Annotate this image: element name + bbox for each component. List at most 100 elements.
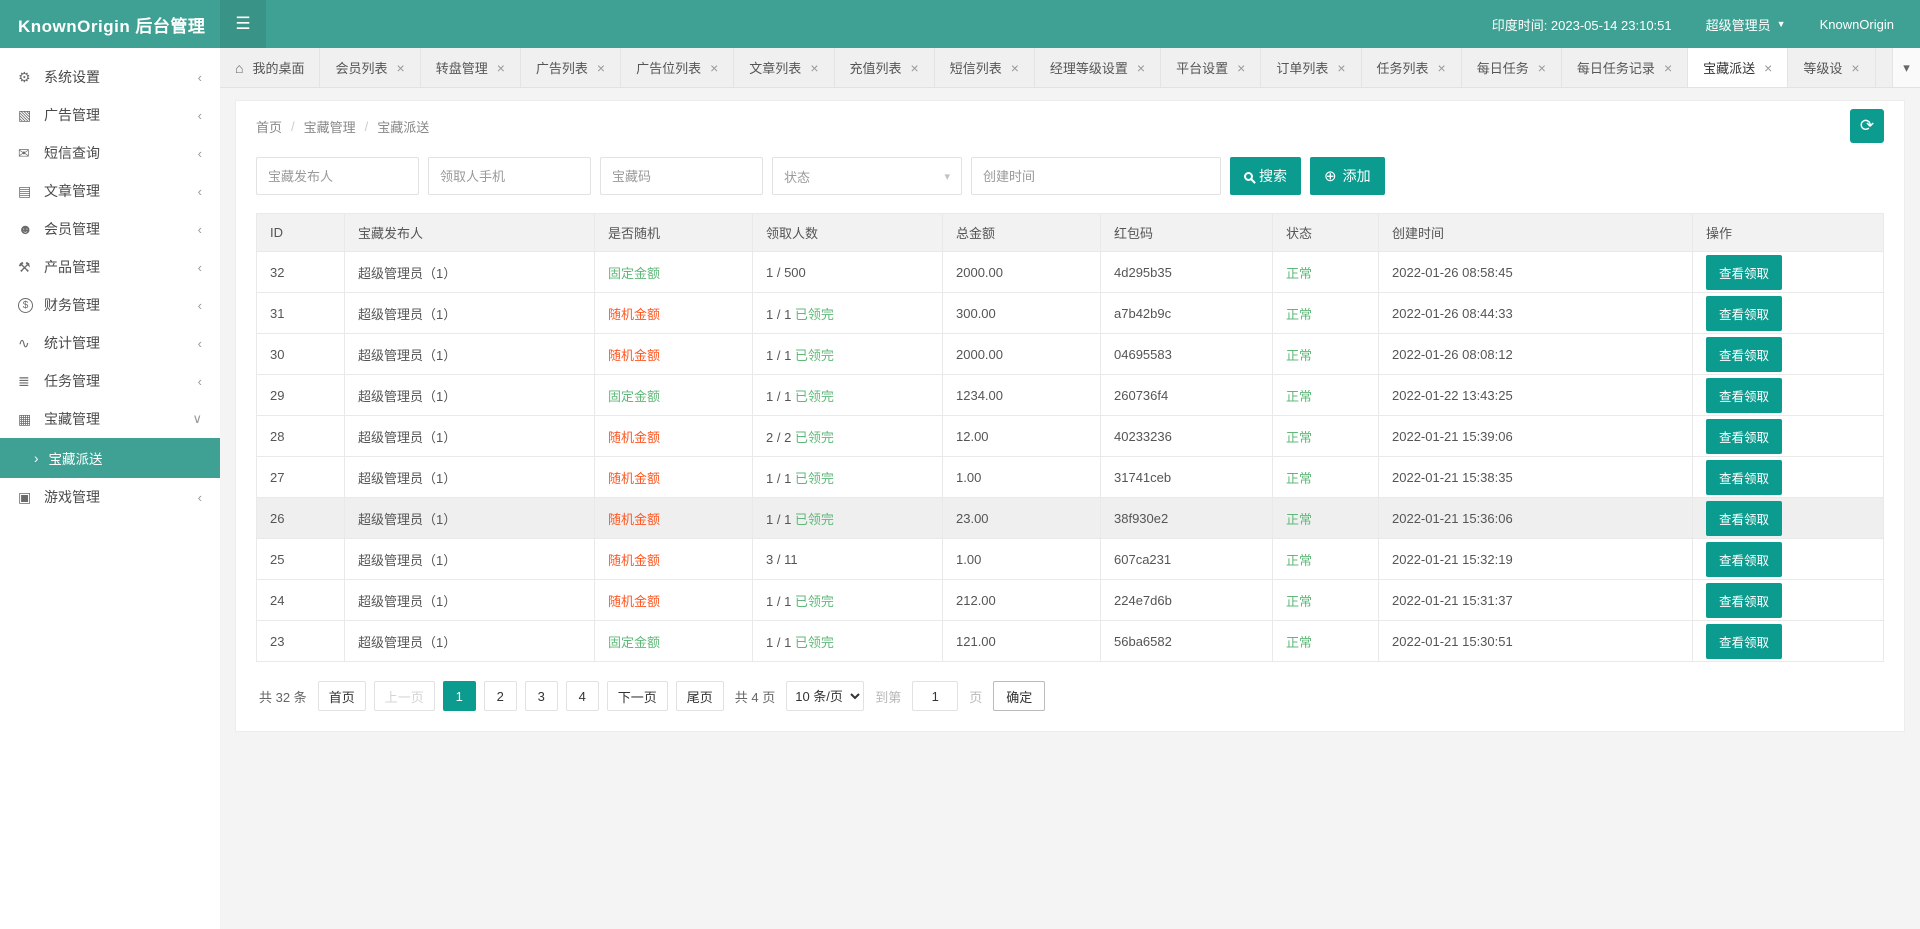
next-page-button[interactable]: 下一页	[607, 681, 668, 711]
tab-my-desktop[interactable]: ⌂ 我的桌面	[220, 48, 320, 87]
sidebar-item-label: 文章管理	[44, 181, 198, 201]
hamburger-menu-button[interactable]: ☰	[220, 0, 266, 48]
table-row: 29 超级管理员（1） 固定金额 1 / 1 已领完 1234.00 26073…	[257, 375, 1884, 416]
close-icon[interactable]: ×	[1538, 61, 1546, 75]
sidebar-subitem-treasure-delivery[interactable]: › 宝藏派送	[0, 438, 220, 478]
chevron-left-icon: ‹	[198, 222, 202, 237]
view-claims-button[interactable]: 查看领取	[1706, 378, 1782, 413]
close-icon[interactable]: ×	[1438, 61, 1446, 75]
page-button-2[interactable]: 2	[484, 681, 517, 711]
sidebar-item-ad-management[interactable]: ▧ 广告管理 ‹	[0, 96, 220, 134]
close-icon[interactable]: ×	[810, 61, 818, 75]
close-icon[interactable]: ×	[911, 61, 919, 75]
created-time-input[interactable]	[971, 157, 1221, 195]
page-button-4[interactable]: 4	[566, 681, 599, 711]
view-claims-button[interactable]: 查看领取	[1706, 419, 1782, 454]
close-icon[interactable]: ×	[1137, 61, 1145, 75]
user-menu[interactable]: 超级管理员 ▼	[1706, 15, 1786, 34]
page-button-1[interactable]: 1	[443, 681, 476, 711]
total-pages-label: 共 4 页	[735, 687, 775, 706]
breadcrumb-treasure-management[interactable]: 宝藏管理	[304, 117, 356, 136]
tab-daily-task[interactable]: 每日任务 ×	[1462, 48, 1562, 87]
tab-treasure-delivery[interactable]: 宝藏派送 ×	[1688, 48, 1788, 87]
close-icon[interactable]: ×	[710, 61, 718, 75]
tab-ad-position-list[interactable]: 广告位列表 ×	[621, 48, 734, 87]
tab-daily-task-record[interactable]: 每日任务记录 ×	[1562, 48, 1688, 87]
close-icon[interactable]: ×	[1337, 61, 1345, 75]
tab-manager-level-settings[interactable]: 经理等级设置 ×	[1035, 48, 1161, 87]
close-icon[interactable]: ×	[1764, 61, 1772, 75]
status-select[interactable]: 状态 ▾	[772, 157, 962, 195]
tools-icon: ⚒	[18, 259, 44, 276]
tab-ad-list[interactable]: 广告列表 ×	[521, 48, 621, 87]
close-icon[interactable]: ×	[1851, 61, 1859, 75]
tab-order-list[interactable]: 订单列表 ×	[1261, 48, 1361, 87]
cell-actions: 查看领取	[1693, 498, 1884, 539]
view-claims-button[interactable]: 查看领取	[1706, 337, 1782, 372]
tab-label: 广告位列表	[636, 58, 701, 77]
goto-page-input[interactable]	[912, 681, 958, 711]
tabs-overflow-button[interactable]: ▾	[1892, 48, 1920, 87]
last-page-button[interactable]: 尾页	[676, 681, 724, 711]
view-claims-button[interactable]: 查看领取	[1706, 255, 1782, 290]
cell-claims: 1 / 1 已领完	[753, 334, 943, 375]
view-claims-button[interactable]: 查看领取	[1706, 583, 1782, 618]
tab-recharge-list[interactable]: 充值列表 ×	[835, 48, 935, 87]
cell-id: 24	[257, 580, 345, 621]
refresh-button[interactable]: ⟳	[1850, 109, 1884, 143]
brand-label: KnownOrigin	[1820, 17, 1894, 32]
breadcrumb-treasure-delivery[interactable]: 宝藏派送	[377, 117, 429, 136]
cell-claims: 1 / 1 已领完	[753, 375, 943, 416]
close-icon[interactable]: ×	[597, 61, 605, 75]
sidebar-item-product-management[interactable]: ⚒ 产品管理 ‹	[0, 248, 220, 286]
search-button[interactable]: 搜索	[1230, 157, 1301, 195]
tab-label: 经理等级设置	[1050, 58, 1128, 77]
cell-actions: 查看领取	[1693, 252, 1884, 293]
sidebar-item-stats-management[interactable]: ∿ 统计管理 ‹	[0, 324, 220, 362]
view-claims-button[interactable]: 查看领取	[1706, 542, 1782, 577]
tab-platform-settings[interactable]: 平台设置 ×	[1161, 48, 1261, 87]
sidebar-item-label: 广告管理	[44, 105, 198, 125]
sidebar-item-sms-query[interactable]: ✉ 短信查询 ‹	[0, 134, 220, 172]
close-icon[interactable]: ×	[1237, 61, 1245, 75]
sidebar-item-treasure-management[interactable]: ▦ 宝藏管理 ∨	[0, 400, 220, 438]
close-icon[interactable]: ×	[397, 61, 405, 75]
tab-member-list[interactable]: 会员列表 ×	[320, 48, 420, 87]
tab-level-settings[interactable]: 等级设 ×	[1788, 48, 1875, 87]
tab-article-list[interactable]: 文章列表 ×	[734, 48, 834, 87]
cell-claims: 1 / 1 已领完	[753, 293, 943, 334]
cell-publisher: 超级管理员（1）	[345, 539, 595, 580]
sidebar-item-system-settings[interactable]: ⚙ 系统设置 ‹	[0, 58, 220, 96]
first-page-button[interactable]: 首页	[318, 681, 366, 711]
close-icon[interactable]: ×	[497, 61, 505, 75]
view-claims-button[interactable]: 查看领取	[1706, 501, 1782, 536]
treasure-code-input[interactable]	[600, 157, 763, 195]
sidebar: ⚙ 系统设置 ‹ ▧ 广告管理 ‹ ✉ 短信查询 ‹ ▤ 文章管理 ‹ ☻ 会员…	[0, 48, 220, 929]
sidebar-item-article-management[interactable]: ▤ 文章管理 ‹	[0, 172, 220, 210]
cell-amount: 121.00	[943, 621, 1101, 662]
game-icon: ▣	[18, 489, 44, 506]
view-claims-button[interactable]: 查看领取	[1706, 624, 1782, 659]
confirm-button[interactable]: 确定	[993, 681, 1045, 711]
sidebar-item-task-management[interactable]: ≣ 任务管理 ‹	[0, 362, 220, 400]
cell-publisher: 超级管理员（1）	[345, 457, 595, 498]
sidebar-item-game-management[interactable]: ▣ 游戏管理 ‹	[0, 478, 220, 516]
close-icon[interactable]: ×	[1011, 61, 1019, 75]
page-button-3[interactable]: 3	[525, 681, 558, 711]
publisher-input[interactable]	[256, 157, 419, 195]
prev-page-button[interactable]: 上一页	[374, 681, 435, 711]
claimer-phone-input[interactable]	[428, 157, 591, 195]
tab-wheel-management[interactable]: 转盘管理 ×	[421, 48, 521, 87]
page-size-select[interactable]: 10 条/页	[786, 681, 864, 711]
tab-sms-list[interactable]: 短信列表 ×	[935, 48, 1035, 87]
sidebar-item-member-management[interactable]: ☻ 会员管理 ‹	[0, 210, 220, 248]
cell-random-type: 随机金额	[595, 580, 753, 621]
tab-task-list[interactable]: 任务列表 ×	[1362, 48, 1462, 87]
view-claims-button[interactable]: 查看领取	[1706, 460, 1782, 495]
add-button[interactable]: ⊕ 添加	[1310, 157, 1385, 195]
breadcrumb-home[interactable]: 首页	[256, 117, 282, 136]
sidebar-item-finance-management[interactable]: $ 财务管理 ‹	[0, 286, 220, 324]
plus-icon: ⊕	[1324, 169, 1337, 184]
view-claims-button[interactable]: 查看领取	[1706, 296, 1782, 331]
close-icon[interactable]: ×	[1664, 61, 1672, 75]
